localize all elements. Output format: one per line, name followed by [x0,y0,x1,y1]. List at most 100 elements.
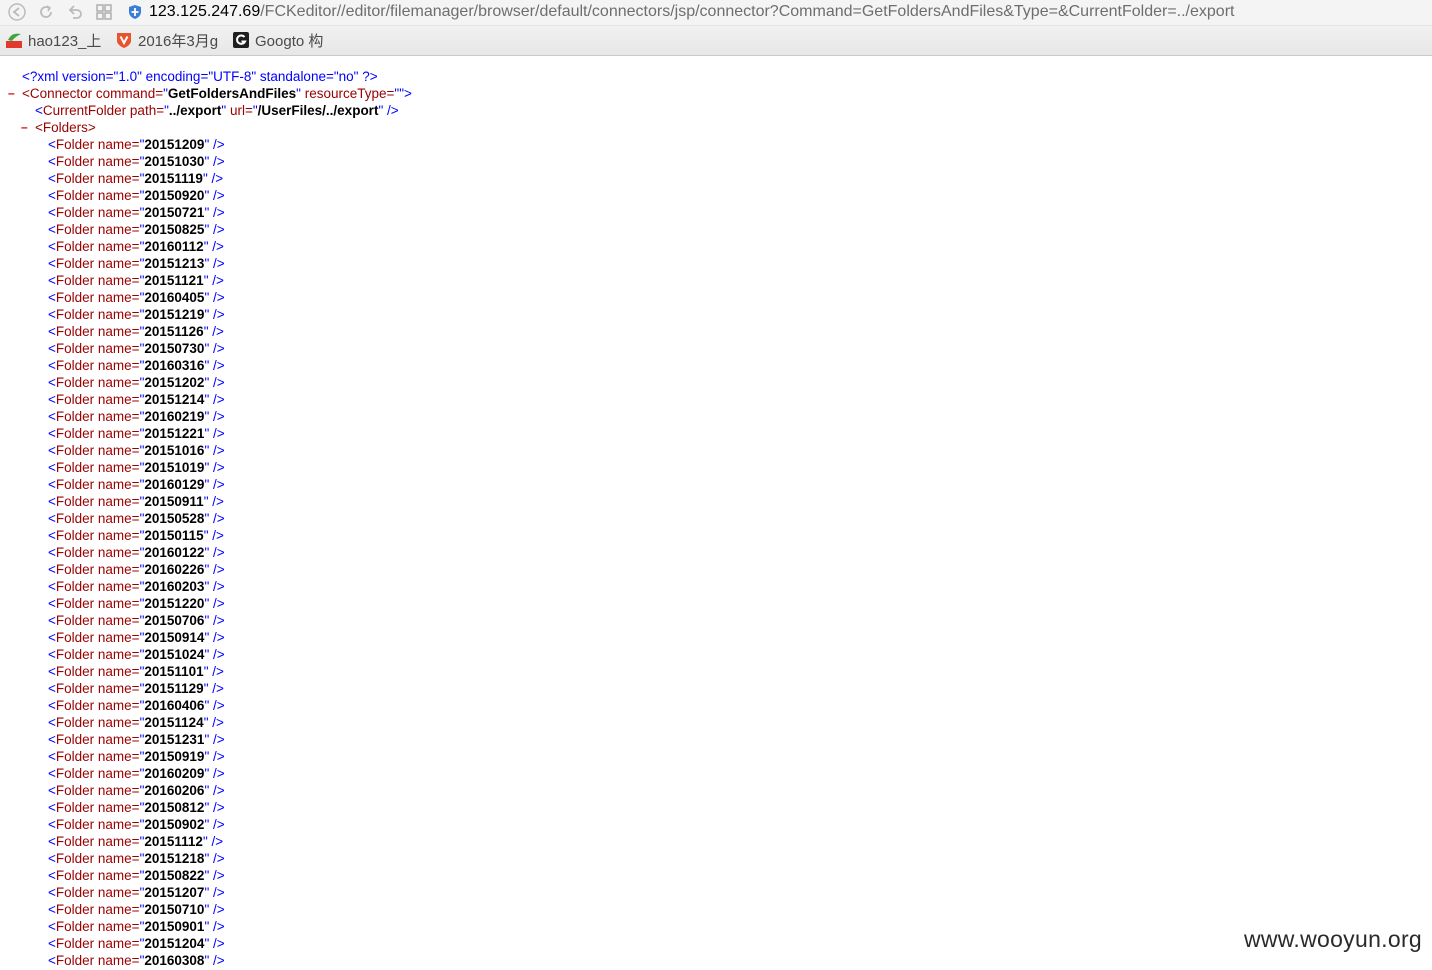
folder-tag: Folder name= [55,273,140,288]
folder-row: <Folder name="20160206" /> [48,783,225,798]
folder-tag: Folder name= [55,885,140,900]
folder-tag: Folder name= [55,222,140,237]
tag-close: /> [209,630,225,645]
tag-close: /> [209,358,225,373]
tag-close: /> [209,647,225,662]
attr-name: url= [226,103,253,118]
folder-row: <Folder name="20151119" /> [48,171,224,186]
hao123-icon [6,33,22,48]
folder-tag: Folder name= [55,868,140,883]
back-arrow-icon[interactable] [7,2,27,22]
folder-row: <Folder name="20151124" /> [48,715,224,730]
folders-tag: <Folders> [35,120,96,135]
tag-close: /> [209,885,225,900]
tag-close: /> [209,154,225,169]
folder-row: <Folder name="20150914" /> [48,630,225,645]
bookmark-label: 2016年3月g [138,32,219,50]
tag-close: /> [208,239,224,254]
grid-icon[interactable] [94,2,114,22]
folder-row: <Folder name="20160122" /> [48,545,225,560]
folder-row: <Folder name="20160209" /> [48,766,225,781]
url-path: /FCKeditor//editor/filemanager/browser/d… [260,3,1235,20]
folder-tag: Folder name= [55,375,140,390]
folder-row: <Folder name="20160405" /> [48,290,225,305]
bookmark-hao123[interactable]: hao123_上 [6,30,101,50]
folder-row: <Folder name="20151207" /> [48,885,225,900]
folder-tag: Folder name= [55,851,140,866]
collapse-toggle[interactable]: – [21,119,28,136]
attr-value: ../export [168,103,222,118]
tag-close: /> [209,800,225,815]
folder-row: <Folder name="20151112" /> [48,834,224,849]
folder-name-value: 20150902 [144,817,205,832]
connector-line: – <Connector command="GetFoldersAndFiles… [8,85,412,102]
bookmark-2016[interactable]: 2016年3月g [116,30,218,50]
folder-tag: Folder name= [55,749,140,764]
folder-name-value: 20151119 [144,171,203,186]
xml-declaration: <?xml version="1.0" encoding="UTF-8" sta… [22,69,378,84]
tag-close: /> [209,936,225,951]
tag-close: /> [209,953,225,968]
folder-tag: Folder name= [55,647,140,662]
folder-tag: Folder name= [55,137,140,152]
attr-name: resourceType= [300,86,395,101]
folder-name-value: 20160308 [144,953,205,968]
folder-name-value: 20151204 [144,936,205,951]
tag-close: /> [209,511,225,526]
folder-row: <Folder name="20150706" /> [48,613,225,628]
folders-line: – <Folders> [0,119,1432,136]
folder-row: <Folder name="20150528" /> [48,511,225,526]
folder-row: <Folder name="20150710" /> [48,902,225,917]
folder-tag: Folder name= [55,902,140,917]
reload-icon[interactable] [36,2,56,22]
address-bar[interactable]: 123.125.247.69/FCKeditor//editor/fileman… [149,2,1234,22]
tag-close: /> [209,205,225,220]
folder-tag: Folder name= [55,443,140,458]
bookmark-googto[interactable]: Googto 构 [233,30,323,50]
attr-value: GetFoldersAndFiles [167,86,297,101]
undo-icon[interactable] [65,2,85,22]
tag-close: /> [209,256,225,271]
folder-row: <Folder name="20150901" /> [48,919,225,934]
folder-name-value: 20160209 [144,766,205,781]
security-shield-icon [129,5,141,19]
folder-name-value: 20151202 [144,375,205,390]
folder-name-value: 20150822 [144,868,205,883]
folder-row: <Folder name="20160203" /> [48,579,225,594]
tag-close: /> [209,375,225,390]
browser-toolbar: 123.125.247.69/FCKeditor//editor/fileman… [0,0,1432,26]
bookmarks-bar: hao123_上 2016年3月g Googto 构 [0,26,1432,56]
folder-row: <Folder name="20150919" /> [48,749,225,764]
tag-close: /> [209,307,225,322]
attr-name: command= [92,86,164,101]
tag-close: /> [208,681,224,696]
folder-tag: Folder name= [55,188,140,203]
folder-row: <Folder name="20150812" /> [48,800,225,815]
tag-close: /> [209,732,225,747]
tag-close: /> [209,222,225,237]
folder-tag: Folder name= [55,256,140,271]
folder-row: <Folder name="20150911" /> [48,494,224,509]
tag-close: /> [208,715,224,730]
tag-close: /> [209,749,225,764]
folder-name-value: 20151112 [144,834,203,849]
folder-name-value: 20151121 [144,273,204,288]
folder-tag: Folder name= [55,477,140,492]
folder-row: <Folder name="20150825" /> [48,222,225,237]
folder-tag: Folder name= [55,936,140,951]
folder-row: <Folder name="20160406" /> [48,698,225,713]
folder-row: <Folder name="20151213" /> [48,256,225,271]
folder-row: <Folder name="20151030" /> [48,154,225,169]
folder-row: <Folder name="20151209" /> [48,137,225,152]
tag-close: /> [383,103,399,118]
tag-close: /> [209,766,225,781]
folder-name-value: 20160405 [144,290,205,305]
collapse-toggle[interactable]: – [8,85,15,102]
folder-name-value: 20150911 [144,494,204,509]
current-folder-line: <CurrentFolder path="../export" url="/Us… [35,103,399,118]
folder-tag: Folder name= [55,919,140,934]
folder-name-value: 20150706 [144,613,205,628]
g-logo-icon [233,32,249,48]
folder-row: <Folder name="20151231" /> [48,732,225,747]
watermark: www.wooyun.org [1243,926,1422,952]
